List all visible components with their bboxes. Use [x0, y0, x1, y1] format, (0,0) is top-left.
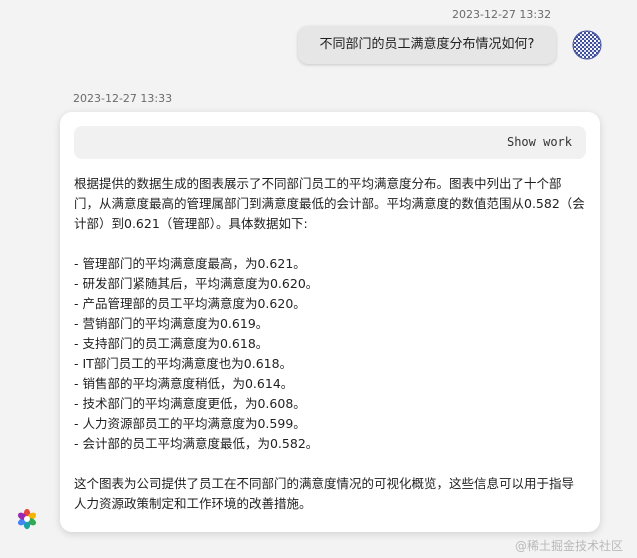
watermark: @稀土掘金技术社区 [515, 539, 624, 553]
list-item: - IT部门员工的平均满意度也为0.618。 [74, 356, 293, 371]
show-work-button[interactable]: Show work [74, 126, 586, 159]
bot-message-timestamp: 2023-12-27 13:33 [73, 92, 173, 105]
list-item: - 会计部的员工平均满意度最低，为0.582。 [74, 436, 319, 451]
user-message-timestamp: 2023-12-27 13:32 [452, 8, 552, 21]
department-satisfaction-list: - 管理部门的平均满意度最高，为0.621。 - 研发部门紧随其后，平均满意度为… [74, 254, 586, 454]
answer-conclusion: 这个图表为公司提供了员工在不同部门的满意度情况的可视化概览，这些信息可以用于指导… [74, 476, 575, 511]
bot-answer-text: 根据提供的数据生成的图表展示了不同部门员工的平均满意度分布。图表中列出了十个部门… [74, 174, 586, 514]
user-message-bubble: 不同部门的员工满意度分布情况如何? [298, 26, 556, 64]
user-avatar-icon[interactable] [572, 30, 602, 60]
list-item: - 支持部门的员工满意度为0.618。 [74, 336, 269, 351]
answer-intro: 根据提供的数据生成的图表展示了不同部门员工的平均满意度分布。图表中列出了十个部门… [74, 176, 585, 231]
bot-logo-icon [17, 508, 37, 530]
list-item: - 人力资源部员工的平均满意度为0.599。 [74, 416, 306, 431]
list-item: - 销售部的平均满意度稍低，为0.614。 [74, 376, 294, 391]
list-item: - 产品管理部的员工平均满意度为0.620。 [74, 296, 306, 311]
bot-message-card: Show work 根据提供的数据生成的图表展示了不同部门员工的平均满意度分布。… [60, 112, 600, 532]
list-item: - 管理部门的平均满意度最高，为0.621。 [74, 256, 306, 271]
list-item: - 研发部门紧随其后，平均满意度为0.620。 [74, 276, 319, 291]
list-item: - 营销部门的平均满意度为0.619。 [74, 316, 269, 331]
list-item: - 技术部门的平均满意度更低，为0.608。 [74, 396, 306, 411]
